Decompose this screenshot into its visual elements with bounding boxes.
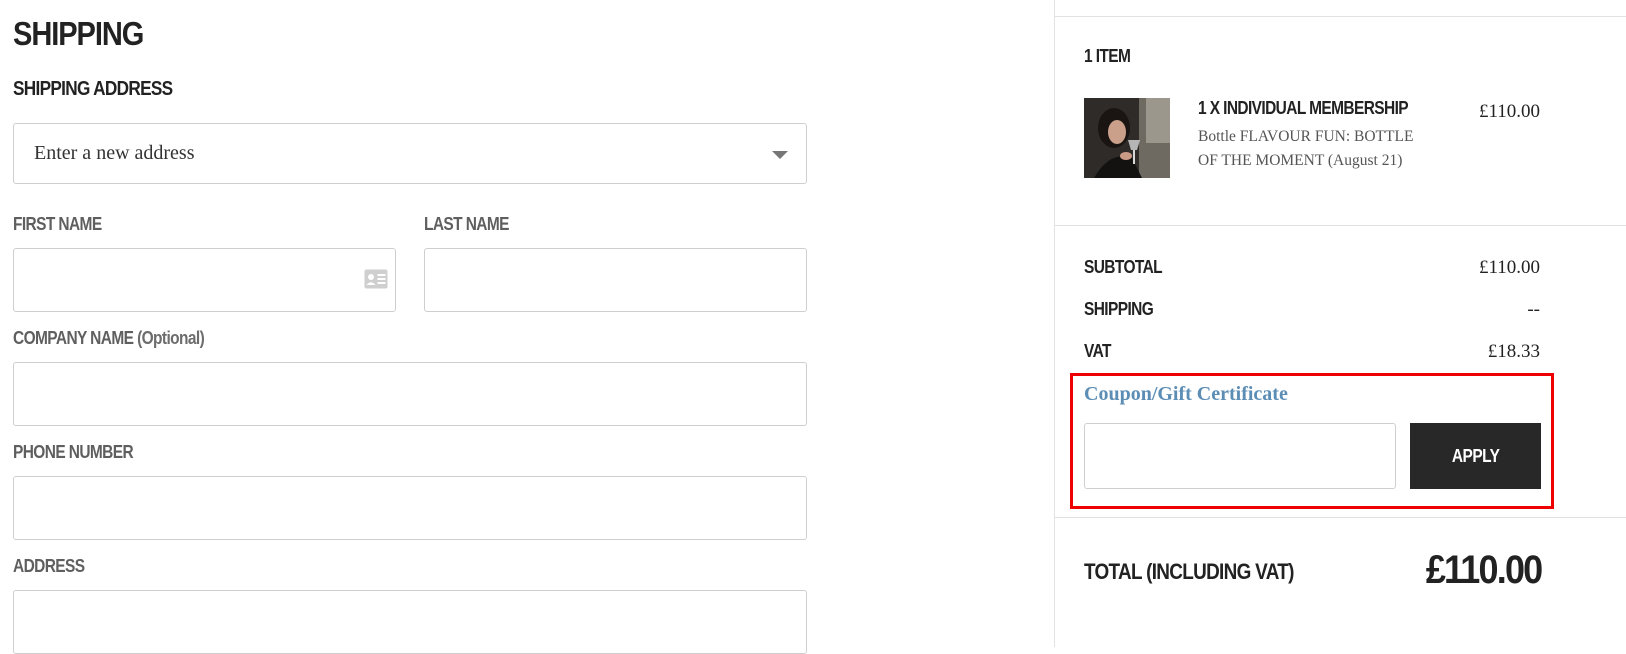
product-description: Bottle FLAVOUR FUN: BOTTLE OF THE MOMENT… xyxy=(1198,128,1414,169)
summary-divider-middle xyxy=(1055,225,1626,226)
vertical-divider xyxy=(1054,0,1055,647)
product-photo-icon xyxy=(1084,98,1170,178)
summary-divider-top xyxy=(1055,16,1626,17)
chevron-down-icon xyxy=(772,151,788,159)
phone-number-field[interactable] xyxy=(13,476,807,540)
company-name-field[interactable] xyxy=(13,362,807,426)
product-image xyxy=(1084,98,1170,178)
page-title: SHIPPING xyxy=(13,15,144,52)
company-name-label-text: COMPANY NAME xyxy=(13,328,134,348)
vat-label: VAT xyxy=(1084,341,1111,361)
apply-coupon-button[interactable]: APPLY xyxy=(1410,423,1541,489)
address-select[interactable]: Enter a new address xyxy=(13,123,807,184)
address-field[interactable] xyxy=(13,590,807,654)
address-select-value: Enter a new address xyxy=(34,142,195,164)
first-name-field[interactable] xyxy=(13,248,396,312)
shipping-value: -- xyxy=(1527,299,1540,320)
address-label: ADDRESS xyxy=(13,556,85,576)
section-title-shipping-address: SHIPPING ADDRESS xyxy=(13,78,173,100)
phone-number-label: PHONE NUMBER xyxy=(13,442,134,462)
optional-tag: (Optional) xyxy=(137,328,205,348)
last-name-field[interactable] xyxy=(424,248,807,312)
total-value: £110.00 xyxy=(1425,548,1542,592)
item-count: 1 ITEM xyxy=(1084,46,1131,66)
subtotal-value: £110.00 xyxy=(1478,257,1540,278)
subtotal-label: SUBTOTAL xyxy=(1084,257,1163,277)
product-name: 1 X INDIVIDUAL MEMBERSHIP xyxy=(1198,98,1409,118)
shipping-label: SHIPPING xyxy=(1084,299,1154,319)
first-name-label: FIRST NAME xyxy=(13,214,102,234)
contact-card-icon[interactable] xyxy=(364,269,388,289)
coupon-code-input[interactable] xyxy=(1084,423,1396,489)
company-name-label: COMPANY NAME (Optional) xyxy=(13,328,205,349)
product-price: £110.00 xyxy=(1478,101,1540,122)
coupon-gift-certificate-link[interactable]: Coupon/Gift Certificate xyxy=(1084,383,1288,406)
apply-button-label: APPLY xyxy=(1451,445,1500,466)
last-name-label: LAST NAME xyxy=(424,214,509,234)
summary-divider-bottom xyxy=(1055,517,1626,518)
total-label: TOTAL (INCLUDING VAT) xyxy=(1084,559,1294,584)
vat-value: £18.33 xyxy=(1487,341,1540,362)
